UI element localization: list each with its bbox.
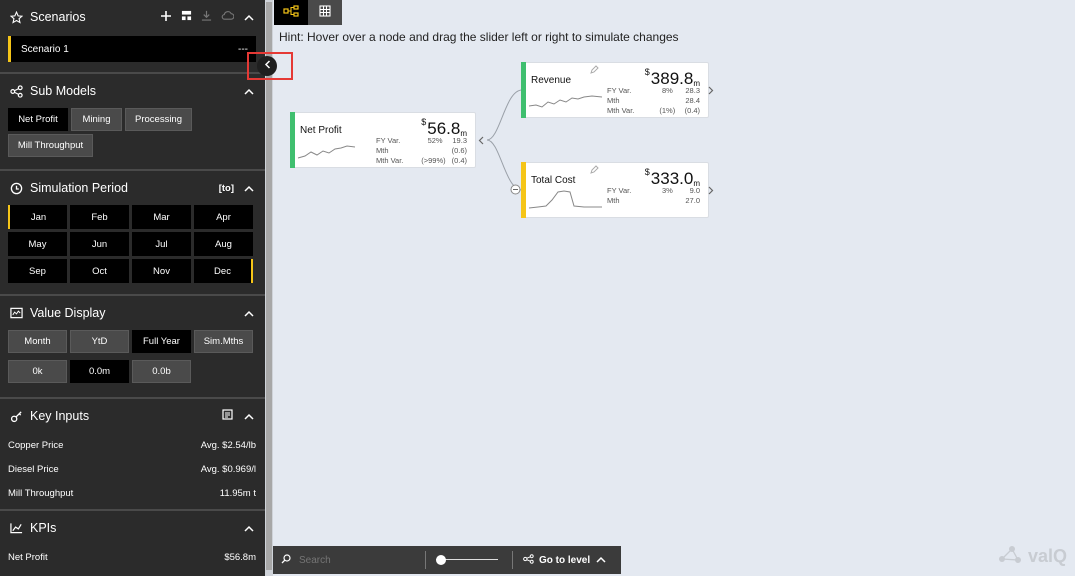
- node-status-bar: [521, 62, 526, 118]
- level-slider[interactable]: [436, 554, 498, 566]
- search-input[interactable]: [299, 554, 421, 566]
- tree-icon: [523, 553, 534, 567]
- node-name: Revenue: [531, 75, 572, 86]
- node-stats: FY Var. 8% 28.3 Mth 28.4 Mth Var. (1%) (0.4): [607, 85, 700, 115]
- edit-icon[interactable]: [590, 65, 599, 77]
- node-status-bar: [521, 162, 526, 218]
- expand-children-icon[interactable]: [706, 183, 716, 197]
- collapse-node-icon[interactable]: [510, 184, 521, 198]
- level-slider-handle[interactable]: [436, 555, 446, 565]
- goto-level-button[interactable]: Go to level: [539, 555, 590, 566]
- node-stats: FY Var. 3% 9.0 Mth 27.0: [607, 185, 700, 205]
- node-sparkline: [528, 190, 602, 209]
- expand-children-icon[interactable]: [706, 83, 716, 97]
- edit-icon[interactable]: [590, 165, 599, 177]
- node-revenue[interactable]: Revenue $389.8m FY Var. 8% 28.3 Mth 28.4 Mt…: [521, 62, 709, 118]
- node-stats: FY Var. 52% 19.3 Mth (0.6) Mth Var. (>99%) (0…: [376, 135, 467, 165]
- logo-text: valQ: [1027, 546, 1067, 566]
- node-net-profit[interactable]: Net Profit $56.8m FY Var. 52% 19.3 Mth (0.6…: [290, 112, 476, 168]
- chevron-up-icon[interactable]: [596, 555, 606, 566]
- valq-logo: valQ: [998, 543, 1067, 570]
- node-sparkline: [297, 145, 356, 159]
- search-icon: [281, 553, 291, 567]
- logo-network-icon: [998, 543, 1024, 570]
- toolbar-divider: [512, 551, 513, 569]
- node-status-bar: [290, 112, 295, 168]
- node-name: Total Cost: [531, 175, 576, 186]
- node-name: Net Profit: [300, 125, 342, 136]
- collapse-children-icon[interactable]: [476, 133, 486, 147]
- toolbar-divider: [425, 551, 426, 569]
- node-sparkline: [528, 95, 603, 108]
- node-total-cost[interactable]: Total Cost $333.0m FY Var. 3% 9.0 Mth 27.0: [521, 162, 709, 218]
- bottom-toolbar: Go to level: [273, 546, 621, 574]
